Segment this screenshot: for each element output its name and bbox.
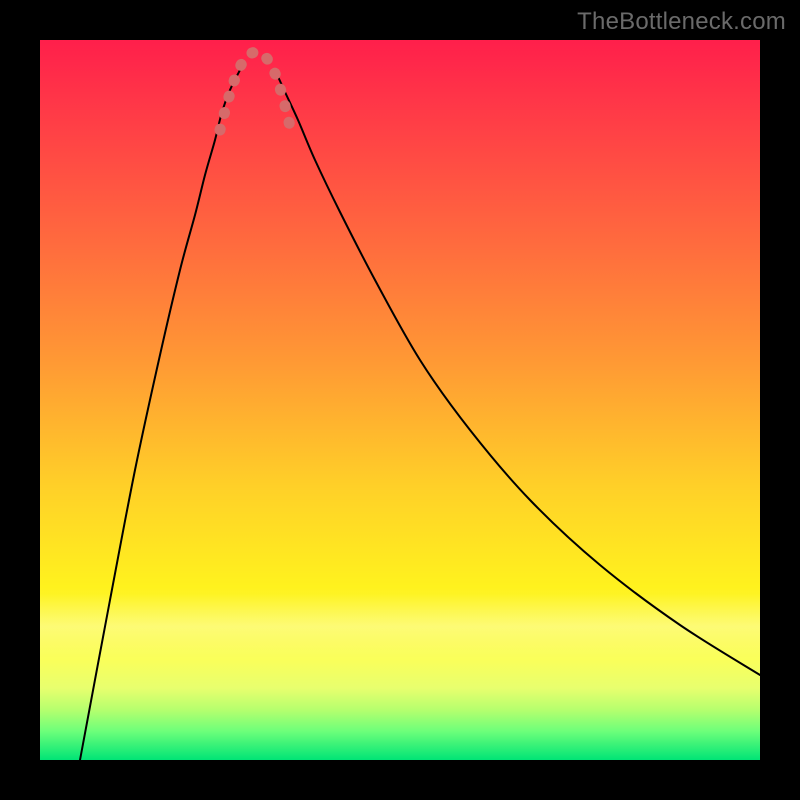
curve-left-branch	[80, 70, 240, 760]
image-root: TheBottleneck.com	[0, 0, 800, 800]
watermark-text: TheBottleneck.com	[577, 8, 786, 36]
curve-right-branch	[275, 70, 760, 675]
curve-valley-highlight	[220, 52, 292, 135]
chart-svg	[40, 40, 760, 760]
